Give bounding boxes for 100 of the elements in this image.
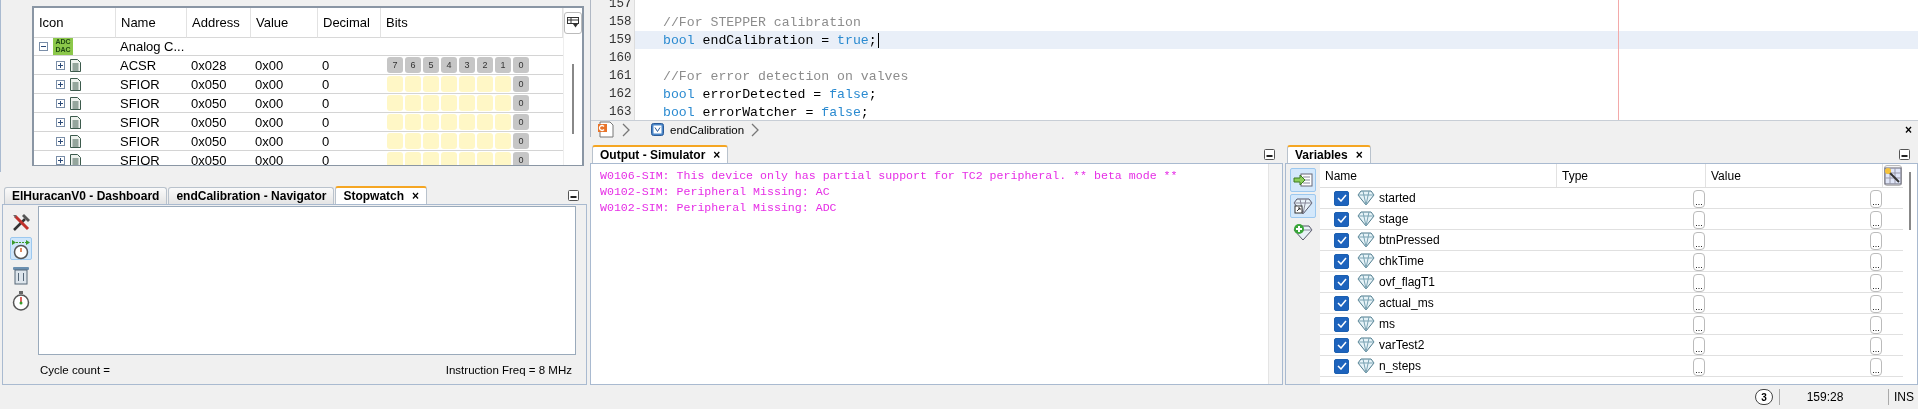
bit-cell[interactable] bbox=[459, 76, 475, 92]
column-header[interactable]: Value bbox=[1706, 164, 1883, 187]
bit-cell[interactable] bbox=[441, 152, 457, 165]
bit-cell[interactable] bbox=[459, 114, 475, 130]
bit-cell[interactable] bbox=[477, 76, 493, 92]
checkbox[interactable] bbox=[1334, 316, 1349, 332]
tab[interactable]: Output - Simulator × bbox=[592, 145, 729, 163]
bit-cell[interactable] bbox=[405, 76, 421, 92]
minimize-icon[interactable] bbox=[1899, 149, 1910, 160]
bit-cell[interactable] bbox=[441, 133, 457, 149]
collapse-icon[interactable] bbox=[39, 41, 48, 51]
bit-cell[interactable] bbox=[423, 95, 439, 111]
bit-cell[interactable] bbox=[459, 152, 475, 165]
bit-cell[interactable]: 6 bbox=[405, 57, 421, 73]
bit-cell[interactable] bbox=[495, 114, 511, 130]
bit-cell[interactable] bbox=[423, 133, 439, 149]
bit-cell[interactable]: 2 bbox=[477, 57, 493, 73]
column-header[interactable]: Decimal bbox=[318, 8, 381, 38]
ellipsis-button[interactable]: ... bbox=[1870, 295, 1882, 313]
ellipsis-button[interactable]: ... bbox=[1870, 274, 1882, 292]
checkbox[interactable] bbox=[1334, 358, 1349, 374]
tab[interactable]: Variables × bbox=[1287, 145, 1371, 163]
checkbox[interactable] bbox=[1334, 337, 1349, 353]
bit-cell[interactable] bbox=[477, 133, 493, 149]
close-button[interactable]: × bbox=[1355, 148, 1363, 162]
checkbox[interactable] bbox=[1334, 295, 1349, 311]
ellipsis-button[interactable]: ... bbox=[1693, 190, 1705, 208]
tab[interactable]: Stopwatch × bbox=[335, 186, 428, 204]
ellipsis-button[interactable]: ... bbox=[1870, 337, 1882, 355]
bit-cell[interactable] bbox=[387, 95, 403, 111]
expand-icon[interactable] bbox=[56, 117, 65, 127]
ellipsis-button[interactable]: ... bbox=[1693, 316, 1705, 334]
bit-cell[interactable] bbox=[423, 114, 439, 130]
expand-icon[interactable] bbox=[56, 136, 65, 146]
bit-cell[interactable]: 0 bbox=[513, 114, 529, 130]
column-header[interactable]: Bits bbox=[381, 8, 563, 38]
bit-cell[interactable] bbox=[495, 76, 511, 92]
bit-cell[interactable]: 0 bbox=[513, 57, 529, 73]
variable-icon[interactable] bbox=[651, 123, 664, 136]
ellipsis-button[interactable]: ... bbox=[1693, 253, 1705, 271]
bit-cell[interactable]: 0 bbox=[513, 133, 529, 149]
tab[interactable]: ElHuracanV0 - Dashboard bbox=[4, 187, 168, 204]
bit-cell[interactable] bbox=[423, 76, 439, 92]
ellipsis-button[interactable]: ... bbox=[1693, 232, 1705, 250]
bit-cell[interactable] bbox=[495, 95, 511, 111]
checkbox[interactable] bbox=[1334, 232, 1349, 248]
bit-cell[interactable] bbox=[387, 152, 403, 165]
ellipsis-button[interactable]: ... bbox=[1870, 253, 1882, 271]
bit-cell[interactable]: 0 bbox=[513, 95, 529, 111]
column-options-icon[interactable] bbox=[567, 17, 579, 29]
bit-cell[interactable]: 7 bbox=[387, 57, 403, 73]
column-header[interactable]: Type bbox=[1557, 164, 1706, 187]
bit-cell[interactable] bbox=[405, 152, 421, 165]
bit-cell[interactable] bbox=[459, 133, 475, 149]
close-button[interactable]: × bbox=[1905, 122, 1918, 137]
bit-cell[interactable]: 5 bbox=[423, 57, 439, 73]
minimize-icon[interactable] bbox=[1264, 149, 1275, 160]
bit-cell[interactable] bbox=[441, 114, 457, 130]
column-header[interactable]: Value bbox=[251, 8, 318, 38]
ellipsis-button[interactable]: ... bbox=[1870, 190, 1882, 208]
ellipsis-button[interactable]: ... bbox=[1870, 316, 1882, 334]
tool-button[interactable] bbox=[9, 237, 32, 260]
bit-cell[interactable] bbox=[441, 76, 457, 92]
ellipsis-button[interactable]: ... bbox=[1870, 232, 1882, 250]
expand-icon[interactable] bbox=[56, 79, 65, 89]
bit-cell[interactable] bbox=[495, 133, 511, 149]
table-settings-icon[interactable] bbox=[1884, 166, 1902, 185]
notification-badge[interactable]: 3 bbox=[1755, 389, 1773, 405]
bit-cell[interactable] bbox=[423, 152, 439, 165]
tab[interactable]: endCalibration - Navigator bbox=[168, 187, 335, 204]
close-button[interactable]: × bbox=[412, 189, 420, 203]
bit-cell[interactable]: 0 bbox=[513, 76, 529, 92]
bit-cell[interactable] bbox=[405, 114, 421, 130]
bit-cell[interactable] bbox=[477, 95, 493, 111]
bit-cell[interactable] bbox=[495, 152, 511, 165]
ellipsis-button[interactable]: ... bbox=[1870, 358, 1882, 376]
expand-icon[interactable] bbox=[56, 60, 65, 70]
bit-cell[interactable] bbox=[477, 152, 493, 165]
bit-cell[interactable]: 0 bbox=[513, 152, 529, 165]
expand-icon[interactable] bbox=[56, 98, 65, 108]
chevron-icon[interactable] bbox=[750, 122, 761, 137]
bit-cell[interactable] bbox=[387, 133, 403, 149]
checkbox[interactable] bbox=[1334, 253, 1349, 269]
bit-cell[interactable] bbox=[459, 95, 475, 111]
checkbox[interactable] bbox=[1334, 211, 1349, 227]
ellipsis-button[interactable]: ... bbox=[1870, 211, 1882, 229]
bit-cell[interactable] bbox=[441, 95, 457, 111]
column-header[interactable]: Name bbox=[116, 8, 187, 38]
bit-cell[interactable] bbox=[387, 114, 403, 130]
file-icon[interactable] bbox=[597, 121, 615, 138]
column-header[interactable]: Name bbox=[1320, 164, 1557, 187]
ellipsis-button[interactable]: ... bbox=[1693, 211, 1705, 229]
minimize-icon[interactable] bbox=[568, 190, 579, 201]
close-button[interactable]: × bbox=[713, 148, 721, 162]
bit-cell[interactable]: 3 bbox=[459, 57, 475, 73]
ellipsis-button[interactable]: ... bbox=[1693, 274, 1705, 292]
tool-button[interactable] bbox=[1290, 194, 1316, 218]
breadcrumb-item[interactable]: endCalibration bbox=[670, 123, 745, 136]
expand-icon[interactable] bbox=[56, 155, 65, 165]
bit-cell[interactable] bbox=[405, 95, 421, 111]
